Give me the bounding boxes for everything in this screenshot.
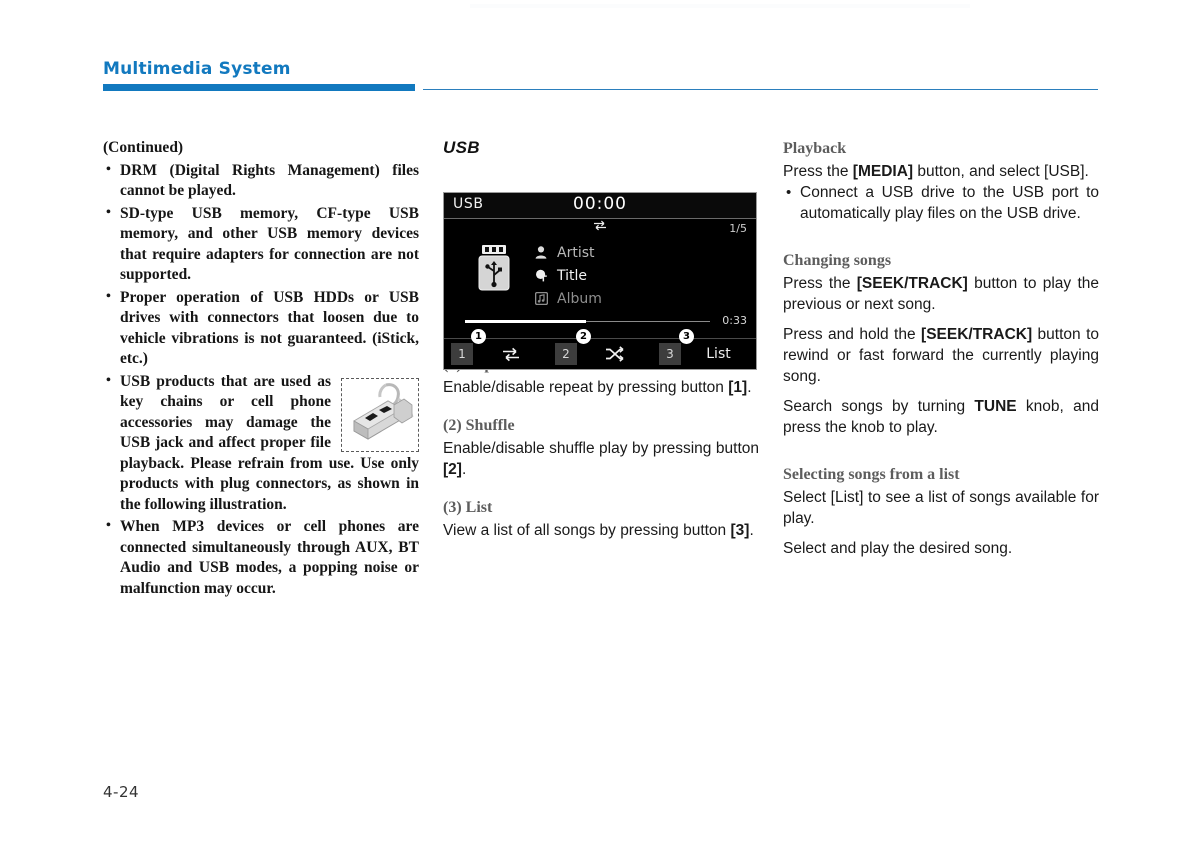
metadata-album-label: Album [557,290,602,307]
display-track-index: 1/5 [729,222,747,235]
callout-number-3: 3 [679,329,694,344]
metadata-row-album: Album [532,287,732,310]
cs-p1-bold: [SEEK/TRACK] [856,275,968,292]
cs-p2-pre: Press and hold the [783,326,922,343]
shuffle-body-bold: [2] [443,461,462,478]
repeat-icon-glyph [594,220,606,231]
section-title-usb: USB [443,138,480,157]
keycap-1[interactable]: 1 [451,343,473,365]
selecting-songs-paragraph-1: Select [List] to see a list of songs ava… [783,489,1099,527]
list-item: DRM (Digital Rights Management) files ca… [103,160,419,202]
caution-bullet-text: SD-type USB memory, CF-type USB memory, … [120,204,419,284]
repeat-icon [444,220,756,235]
page-header: Multimedia System [103,58,1098,92]
playback-p1-post: button, and select [USB]. [913,163,1089,180]
changing-songs-paragraph-1: Press the [SEEK/TRACK] button to play th… [783,273,1099,315]
changing-songs-heading: Changing songs [783,252,892,269]
list-heading: (3) List [443,499,493,516]
caution-bullet-text: DRM (Digital Rights Management) files ca… [120,161,419,200]
repeat-button[interactable] [473,347,548,362]
changing-songs-section: Changing songs Press the [SEEK/TRACK] bu… [783,250,1099,438]
metadata-row-artist: Artist [532,241,732,264]
continued-label: (Continued) [103,139,184,156]
repeat-body-bold: [1] [728,379,748,396]
usb-plug-connector-figure [341,377,419,452]
header-rule-thick [103,84,415,91]
right-column: Playback Press the [MEDIA] button, and s… [783,138,1099,559]
header-rule [103,84,1098,92]
selecting-songs-heading: Selecting songs from a list [783,466,960,483]
metadata-title-label: Title [557,267,588,284]
selecting-songs-section: Selecting songs from a list Select [List… [783,464,1099,559]
changing-songs-paragraph-3: Search songs by turning TUNE knob, and p… [783,396,1099,438]
usb-flash-drive-icon [476,245,512,293]
usb-plug-connector-photo [353,382,414,440]
person-icon [532,246,550,259]
shuffle-body-pre: Enable/disable shuffle play by pressing … [443,440,759,457]
playback-progress-bar[interactable] [465,320,710,323]
page-number: 4-24 [103,783,140,801]
cs-p1-pre: Press the [783,275,857,292]
metadata-artist-label: Artist [557,244,595,261]
list-item: Connect a USB drive to the USB port to a… [783,182,1099,224]
playback-section: Playback Press the [MEDIA] button, and s… [783,138,1099,224]
playback-bullet-text: Connect a USB drive to the USB port to a… [800,184,1099,222]
usb-flash-drive-icon-glyph [478,245,510,291]
progress-track [586,321,710,322]
changing-songs-paragraph-2: Press and hold the [SEEK/TRACK] button t… [783,324,1099,387]
left-column: (Continued) DRM (Digital Rights Manageme… [103,138,419,601]
caution-bullet-list: DRM (Digital Rights Management) files ca… [103,160,419,600]
shuffle-entry: (2) Shuffle Enable/disable shuffle play … [443,415,759,480]
playback-paragraph: Press the [MEDIA] button, and select [US… [783,161,1099,182]
shuffle-body: Enable/disable shuffle play by pressing … [443,438,759,480]
metadata-row-title: Title [532,264,732,287]
list-entry: (3) List View a list of all songs by pre… [443,497,759,541]
caution-bullet-text: When MP3 devices or cell phones are conn… [120,518,419,597]
repeat-body: Enable/disable repeat by pressing button… [443,377,759,398]
album-note-icon [532,292,550,305]
display-top-bar: USB 00:00 [444,193,756,219]
repeat-body-pre: Enable/disable repeat by pressing button [443,379,729,396]
display-clock: 00:00 [573,194,627,214]
progress-fill [465,320,586,323]
note-tag-icon [532,269,550,282]
header-rule-thin [423,89,1098,91]
list-body-pre: View a list of all songs by pressing but… [443,522,731,539]
callout-number-2: 2 [576,329,591,344]
list-item: When MP3 devices or cell phones are conn… [103,516,419,599]
repeat-body-post: . [747,379,752,396]
list-button[interactable]: List [681,346,756,362]
list-item: SD-type USB memory, CF-type USB memory, … [103,203,419,286]
cs-p3-bold: TUNE [974,398,1017,415]
playback-bullet-list: Connect a USB drive to the USB port to a… [783,182,1099,224]
display-elapsed-time: 0:33 [722,314,747,327]
selecting-songs-paragraph-2: Select and play the desired song. [783,540,1013,557]
playback-p1-bold: [MEDIA] [852,163,914,180]
keycap-3[interactable]: 3 [659,343,681,365]
page-title: Multimedia System [103,59,291,79]
cs-p2-bold: [SEEK/TRACK] [921,326,1033,343]
keycap-2[interactable]: 2 [555,343,577,365]
shuffle-icon [605,346,624,362]
shuffle-heading: (2) Shuffle [443,417,515,434]
playback-heading: Playback [783,140,847,157]
scan-artifact [470,4,970,8]
playback-p1-pre: Press the [783,163,853,180]
caution-bullet-text: Proper operation of USB HDDs or USB driv… [120,288,419,368]
list-body-post: . [749,522,754,539]
list-item: Proper operation of USB HDDs or USB driv… [103,287,419,370]
display-metadata: Artist Title Album [532,241,732,310]
display-button-bar: 1 2 3 List [444,338,756,369]
callout-number-1: 1 [471,329,486,344]
head-unit-display: USB 00:00 1/5 Artist Title Album 0:33 1 … [443,192,757,370]
list-body: View a list of all songs by pressing but… [443,520,759,541]
list-body-bold: [3] [730,522,750,539]
cs-p3-pre: Search songs by turning [783,398,975,415]
repeat-icon [502,347,519,361]
shuffle-body-post: . [461,461,467,478]
shuffle-button[interactable] [577,346,652,362]
list-item: USB products that are used as key chains… [103,371,419,516]
